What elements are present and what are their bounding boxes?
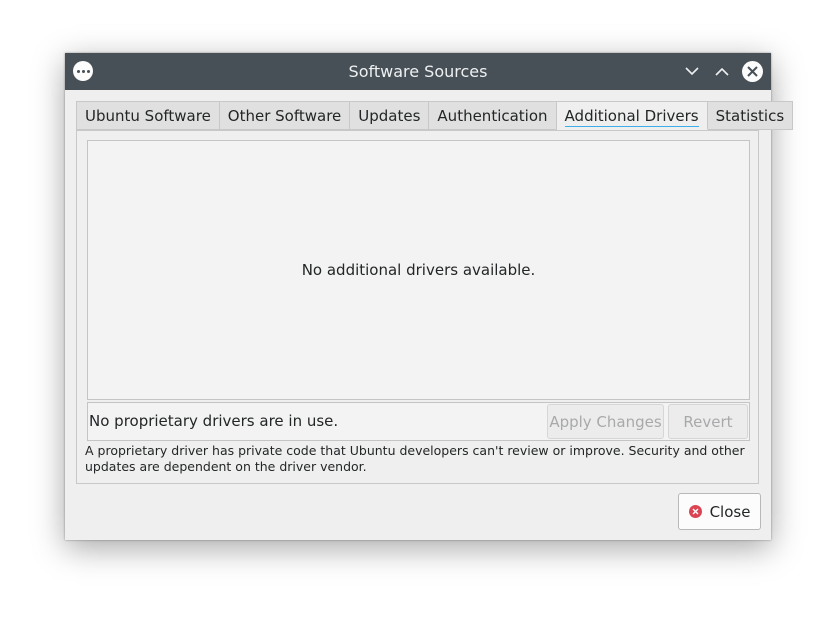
window-title: Software Sources [348,62,488,81]
software-sources-window: Software Sources Ubuntu Software Other S… [65,53,794,540]
close-icon [688,505,702,518]
titlebar[interactable]: Software Sources [65,53,771,90]
tab-other-software[interactable]: Other Software [219,101,351,130]
tab-statistics[interactable]: Statistics [707,101,794,130]
additional-drivers-panel: No additional drivers available. No prop… [76,130,759,484]
tab-updates[interactable]: Updates [350,101,430,130]
tab-additional-drivers[interactable]: Additional Drivers [556,101,708,130]
tab-ubuntu-software[interactable]: Ubuntu Software [76,101,220,130]
tab-authentication[interactable]: Authentication [429,101,557,130]
close-icon [747,66,758,77]
chevron-down-icon[interactable] [682,61,702,81]
close-button-label: Close [709,502,751,521]
no-drivers-message: No additional drivers available. [301,261,536,279]
chevron-up-icon[interactable] [712,61,732,81]
proprietary-driver-info: A proprietary driver has private code th… [85,443,745,474]
apply-changes-button[interactable]: Apply Changes [547,404,664,439]
drivers-list[interactable]: No additional drivers available. [87,140,750,400]
driver-status-text: No proprietary drivers are in use. [89,412,339,430]
close-button[interactable]: Close [678,493,761,530]
revert-button[interactable]: Revert [668,404,748,439]
window-close-button[interactable] [742,61,763,82]
driver-status-bar: No proprietary drivers are in use. Apply… [87,402,750,441]
tab-bar: Ubuntu Software Other Software Updates A… [76,101,794,130]
